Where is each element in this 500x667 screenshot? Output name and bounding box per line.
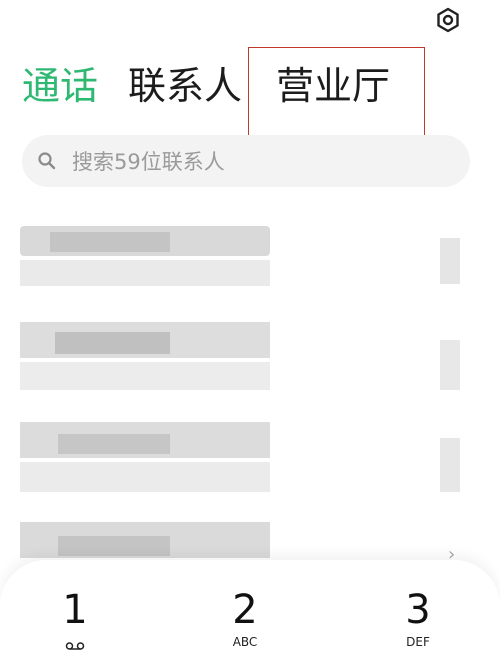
blurred-subtitle	[20, 260, 270, 286]
blurred-name-segment	[58, 434, 170, 454]
key-3[interactable]: 3 DEF	[368, 588, 468, 650]
blurred-name-segment	[58, 536, 170, 556]
contact-row-1[interactable]	[0, 218, 500, 296]
search-icon	[36, 150, 58, 172]
key-2[interactable]: 2 ABC	[195, 588, 295, 650]
key-digit: 1	[62, 587, 88, 633]
dial-pad: 1 2 ABC 3 DEF	[0, 560, 500, 667]
settings-button[interactable]	[432, 4, 464, 36]
key-digit: 3	[405, 587, 431, 633]
blurred-subtitle	[20, 462, 270, 492]
key-1[interactable]: 1	[25, 588, 125, 655]
blurred-name-segment	[50, 232, 170, 252]
blurred-time	[440, 238, 460, 284]
blurred-time	[440, 340, 460, 390]
key-letters: ABC	[232, 635, 258, 649]
blurred-subtitle	[20, 362, 270, 390]
blurred-name-segment	[55, 332, 170, 354]
search-bar[interactable]: 搜索59位联系人	[22, 135, 470, 187]
tab-contacts[interactable]: 联系人	[128, 60, 242, 112]
annotation-highlight-box	[248, 47, 425, 139]
search-placeholder: 搜索59位联系人	[72, 150, 225, 174]
voicemail-icon	[65, 636, 85, 655]
blurred-time	[440, 438, 460, 492]
key-digit: 2	[232, 587, 258, 633]
contact-row-2[interactable]	[0, 322, 500, 400]
contact-row-3[interactable]	[0, 422, 500, 500]
key-letters: DEF	[406, 635, 430, 649]
gear-icon	[437, 7, 459, 33]
tab-calls[interactable]: 通话	[22, 60, 98, 112]
